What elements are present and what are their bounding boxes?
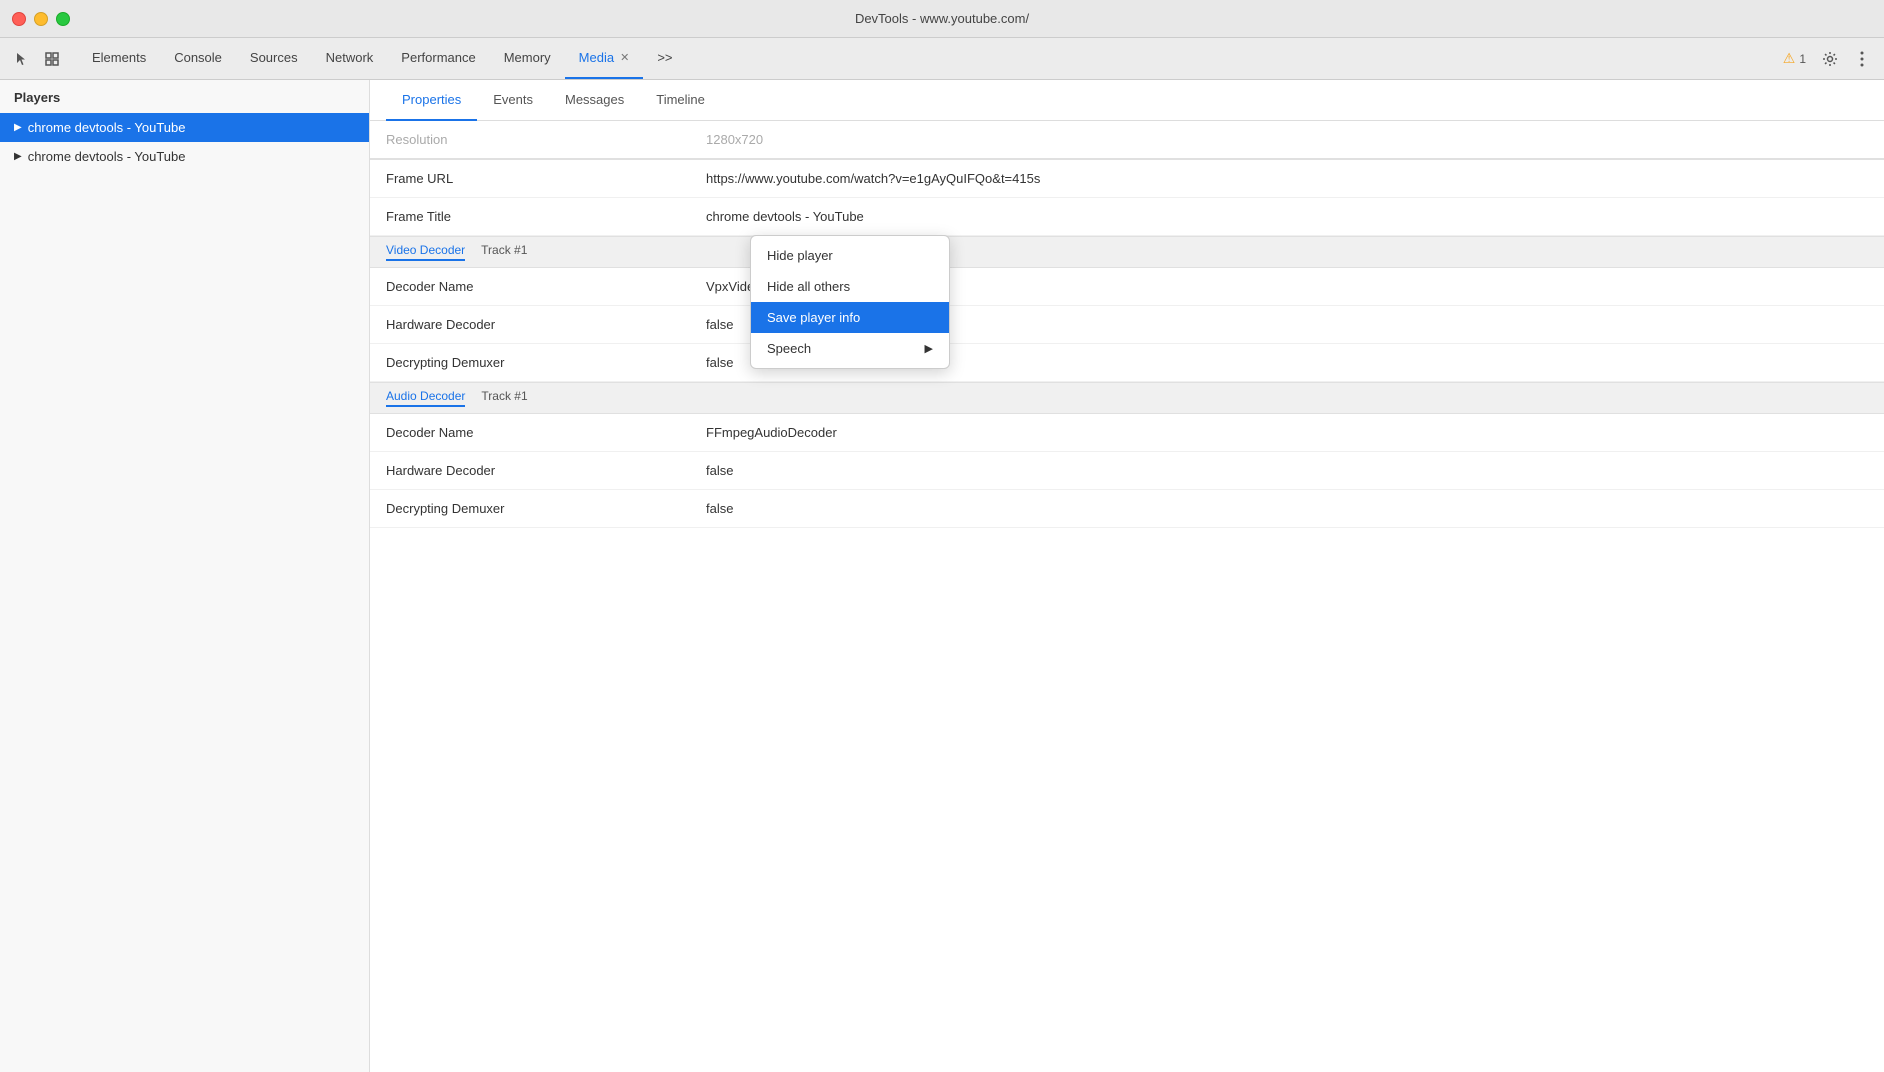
audio-decoder-track: Track #1 bbox=[481, 389, 527, 407]
prop-row-resolution: Resolution 1280x720 bbox=[370, 121, 1884, 160]
submenu-arrow-icon: ▶ bbox=[925, 342, 933, 355]
tab-messages[interactable]: Messages bbox=[549, 80, 640, 121]
settings-button[interactable] bbox=[1816, 45, 1844, 73]
content-area: Properties Events Messages Timeline Reso… bbox=[370, 80, 1884, 1072]
audio-decoder-header: Audio Decoder Track #1 bbox=[370, 382, 1884, 414]
tab-memory[interactable]: Memory bbox=[490, 38, 565, 79]
tab-elements[interactable]: Elements bbox=[78, 38, 160, 79]
prop-row-vd-hardware: Hardware Decoder false bbox=[370, 306, 1884, 344]
context-menu-hide-all-others[interactable]: Hide all others bbox=[751, 271, 949, 302]
tab-events[interactable]: Events bbox=[477, 80, 549, 121]
context-menu-hide-player[interactable]: Hide player bbox=[751, 240, 949, 271]
prop-row-vd-name: Decoder Name VpxVideoDecoder bbox=[370, 268, 1884, 306]
prop-name-resolution: Resolution bbox=[386, 132, 706, 147]
tab-performance[interactable]: Performance bbox=[387, 38, 489, 79]
tab-console[interactable]: Console bbox=[160, 38, 236, 79]
tab-close-icon[interactable]: ✕ bbox=[620, 51, 629, 64]
traffic-lights bbox=[12, 12, 70, 26]
prop-name-ad-hardware: Hardware Decoder bbox=[386, 463, 706, 478]
video-decoder-header: Video Decoder Track #1 bbox=[370, 236, 1884, 268]
prop-name-ad-demuxer: Decrypting Demuxer bbox=[386, 501, 706, 516]
audio-decoder-label: Audio Decoder bbox=[386, 389, 465, 407]
maximize-button[interactable] bbox=[56, 12, 70, 26]
prop-name-frame-title: Frame Title bbox=[386, 209, 706, 224]
arrow-down-icon: ▶ bbox=[14, 122, 22, 133]
main-layout: Players ▶ chrome devtools - YouTube ▶ ch… bbox=[0, 80, 1884, 1072]
tab-more[interactable]: >> bbox=[643, 38, 686, 79]
prop-row-ad-name: Decoder Name FFmpegAudioDecoder bbox=[370, 414, 1884, 452]
prop-name-vd-hardware: Hardware Decoder bbox=[386, 317, 706, 332]
window-title: DevTools - www.youtube.com/ bbox=[855, 11, 1029, 26]
prop-row-ad-demuxer: Decrypting Demuxer false bbox=[370, 490, 1884, 528]
context-menu-save-player-info[interactable]: Save player info bbox=[751, 302, 949, 333]
prop-row-vd-demuxer: Decrypting Demuxer false bbox=[370, 344, 1884, 382]
video-decoder-track: Track #1 bbox=[481, 243, 527, 261]
sub-tabs: Properties Events Messages Timeline bbox=[370, 80, 1884, 121]
toolbar-icons bbox=[8, 38, 66, 79]
warning-icon: ⚠ bbox=[1783, 50, 1796, 67]
prop-row-frame-url: Frame URL https://www.youtube.com/watch?… bbox=[370, 160, 1884, 198]
more-options-button[interactable] bbox=[1848, 45, 1876, 73]
prop-name-ad-decoder-name: Decoder Name bbox=[386, 425, 706, 440]
cursor-icon[interactable] bbox=[8, 45, 36, 73]
prop-name-vd-decoder-name: Decoder Name bbox=[386, 279, 706, 294]
arrow-right-icon: ▶ bbox=[14, 151, 22, 162]
tab-bar: Elements Console Sources Network Perform… bbox=[0, 38, 1884, 80]
prop-row-ad-hardware: Hardware Decoder false bbox=[370, 452, 1884, 490]
tab-network[interactable]: Network bbox=[312, 38, 388, 79]
tab-timeline[interactable]: Timeline bbox=[640, 80, 721, 121]
player-item-2[interactable]: ▶ chrome devtools - YouTube bbox=[0, 142, 369, 171]
properties-table: Resolution 1280x720 Frame URL https://ww… bbox=[370, 121, 1884, 1072]
prop-name-frame-url: Frame URL bbox=[386, 171, 706, 186]
tab-properties[interactable]: Properties bbox=[386, 80, 477, 121]
title-bar: DevTools - www.youtube.com/ bbox=[0, 0, 1884, 38]
minimize-button[interactable] bbox=[34, 12, 48, 26]
video-decoder-label: Video Decoder bbox=[386, 243, 465, 261]
close-button[interactable] bbox=[12, 12, 26, 26]
context-menu: Hide player Hide all others Save player … bbox=[750, 235, 950, 369]
sidebar: Players ▶ chrome devtools - YouTube ▶ ch… bbox=[0, 80, 370, 1072]
player-item-1[interactable]: ▶ chrome devtools - YouTube bbox=[0, 113, 369, 142]
tab-sources[interactable]: Sources bbox=[236, 38, 312, 79]
context-menu-speech[interactable]: Speech ▶ bbox=[751, 333, 949, 364]
prop-name-vd-demuxer: Decrypting Demuxer bbox=[386, 355, 706, 370]
warning-badge[interactable]: ⚠ 1 bbox=[1777, 47, 1812, 70]
prop-row-frame-title: Frame Title chrome devtools - YouTube bbox=[370, 198, 1884, 236]
tab-bar-right: ⚠ 1 bbox=[1777, 38, 1884, 79]
sidebar-header: Players bbox=[0, 80, 369, 113]
tab-media[interactable]: Media ✕ bbox=[565, 38, 644, 79]
inspect-icon[interactable] bbox=[38, 45, 66, 73]
